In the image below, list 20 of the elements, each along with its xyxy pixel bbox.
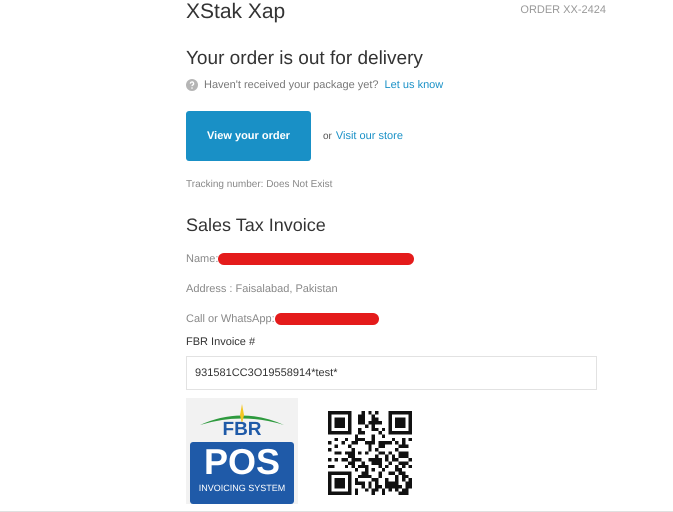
field-label: Name: xyxy=(186,253,218,265)
fbr-invoice-field: 931581CC3O19558914*test* xyxy=(186,356,597,390)
shop-name: XStak Xap xyxy=(186,0,286,25)
order-number: ORDER XX-2424 xyxy=(520,4,606,16)
logo-fbr-text: FBR xyxy=(222,420,262,440)
help-text: Haven't received your package yet? xyxy=(204,79,379,91)
status-heading: Your order is out for delivery xyxy=(186,47,424,71)
let-us-know-link[interactable]: Let us know xyxy=(384,79,444,91)
view-order-button[interactable]: View your order xyxy=(186,111,311,161)
field-label: Address : Faisalabad, Pakistan xyxy=(186,283,338,295)
logo-subtitle: INVOICING SYSTEM xyxy=(198,482,286,494)
logo-pos-text: POS xyxy=(204,442,280,482)
or-text: or xyxy=(323,130,332,142)
qr-code-icon xyxy=(328,411,412,495)
visit-store-link[interactable]: Visit our store xyxy=(336,130,403,142)
help-icon xyxy=(186,79,198,91)
field-label: Call or WhatsApp: xyxy=(186,313,275,325)
fbr-invoice-label: FBR Invoice # xyxy=(186,336,256,348)
invoice-heading: Sales Tax Invoice xyxy=(186,214,327,236)
tracking-number: Tracking number: Does Not Exist xyxy=(186,179,334,190)
